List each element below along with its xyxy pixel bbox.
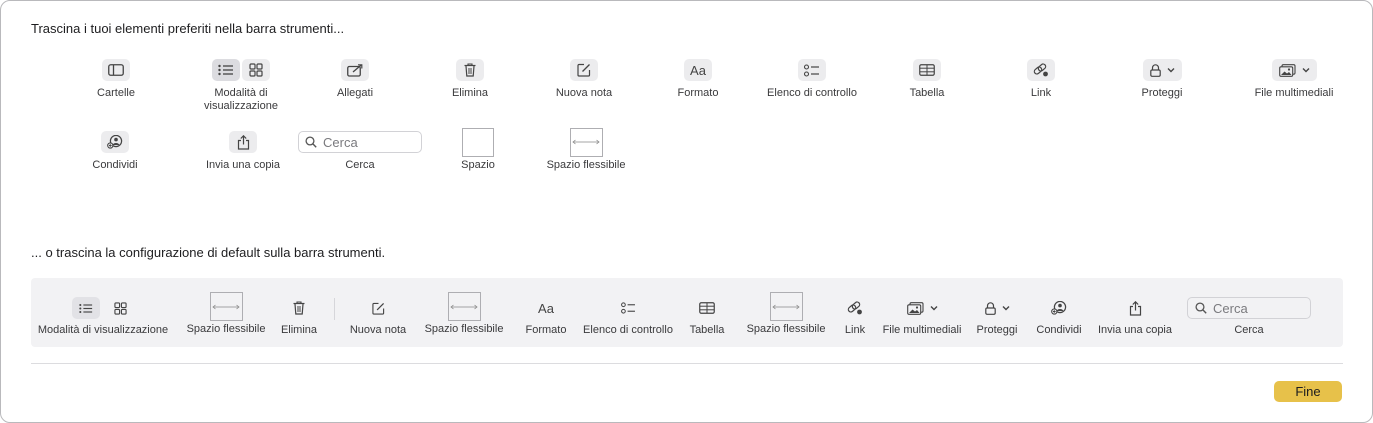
bar-item-format: Aa Formato [525,300,567,337]
bar-item-link: Link [837,278,873,336]
palette-item-new-note[interactable]: Nuova nota [524,59,644,100]
flexible-space-icon [769,292,803,321]
search-icon [305,136,317,148]
palette-item-share[interactable]: Condividi [55,131,175,172]
table-icon [913,59,941,81]
toolbar-divider [334,298,335,320]
list-view-icon [72,297,100,319]
lock-icon [1142,59,1182,81]
format-icon: Aa [684,59,712,81]
lock-icon [984,301,996,315]
flexible-space-icon [209,292,243,321]
link-icon [847,301,862,315]
palette-item-attachments[interactable]: Allegati [295,59,415,100]
compose-icon [371,302,384,315]
bar-item-flex-space-1: Spazio flessibile [183,276,269,335]
search-icon [1195,302,1207,314]
palette-item-media[interactable]: File multimediali [1234,59,1354,100]
space-icon [462,127,494,157]
photo-icon [1271,59,1317,81]
bar-item-media: File multimediali [879,278,965,336]
share-icon [1129,300,1141,316]
footer-separator [31,363,1343,364]
chevron-down-icon [1302,68,1309,73]
share-people-icon [1051,301,1067,315]
chevron-down-icon [930,306,937,311]
bar-item-table: Tabella [683,278,731,336]
gallery-view-icon [242,59,270,81]
trash-icon [456,59,484,81]
bar-item-flex-space-2: Spazio flessibile [419,276,509,335]
bar-item-share: Condividi [1031,278,1087,336]
list-view-icon [212,59,240,81]
palette-item-send-copy[interactable]: Invia una copia [183,131,303,172]
bar-item-new-note: Nuova nota [347,278,409,336]
gallery-view-icon [106,297,134,319]
bar-item-send-copy: Invia una copia [1095,278,1175,336]
palette-item-space[interactable]: Spazio [418,125,538,172]
bar-item-search: Cerca Cerca [1187,278,1311,336]
palette-item-link[interactable]: Link [981,59,1101,100]
search-field-preview: Cerca [298,131,422,153]
photo-icon [906,301,924,315]
default-toolbar-set[interactable]: Modalità di visualizzazione Spazio fless… [31,278,1343,347]
table-icon [699,302,715,314]
search-field-preview: Cerca [1187,297,1311,319]
chevron-down-icon [1002,306,1009,311]
format-icon: Aa [538,300,554,316]
link-icon [1027,59,1055,81]
palette-item-folders[interactable]: Cartelle [56,59,176,100]
bar-item-view-mode: Modalità di visualizzazione [37,278,169,336]
palette-item-checklist[interactable]: Elenco di controllo [752,59,872,100]
trash-icon [293,301,305,315]
done-button[interactable]: Fine [1274,381,1342,402]
palette-item-flex-space[interactable]: Spazio flessibile [526,125,646,172]
bar-item-flex-space-3: Spazio flessibile [740,276,832,335]
palette-item-view-mode[interactable]: Modalità di visualizzazione [181,59,301,113]
sidebar-icon [102,59,130,81]
checklist-icon [798,59,826,81]
palette-instruction: Trascina i tuoi elementi preferiti nella… [31,21,345,36]
default-set-instruction: ... o trascina la configurazione di defa… [31,245,386,260]
customize-toolbar-sheet: Trascina i tuoi elementi preferiti nella… [0,0,1373,423]
flexible-space-icon [447,292,481,321]
checklist-icon [620,302,635,314]
attachment-icon [341,59,369,81]
compose-icon [570,59,598,81]
bar-item-protect: Proteggi [973,278,1021,336]
bar-item-checklist: Elenco di controllo [581,278,675,336]
palette-item-table[interactable]: Tabella [867,59,987,100]
palette-item-protect[interactable]: Proteggi [1102,59,1222,100]
chevron-down-icon [1167,68,1174,73]
share-icon [229,131,257,153]
flexible-space-icon [569,127,603,157]
share-people-icon [101,131,129,153]
bar-item-delete: Elimina [275,278,323,336]
palette-item-format[interactable]: Aa Formato [638,59,758,100]
palette-item-search[interactable]: Cerca Cerca [297,131,423,172]
palette-item-delete[interactable]: Elimina [410,59,530,100]
